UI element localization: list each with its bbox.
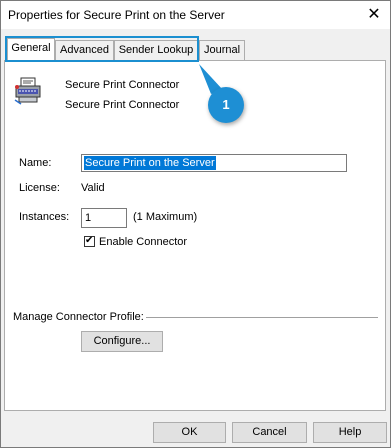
instances-input[interactable]: 1 — [81, 208, 127, 228]
properties-dialog: Properties for Secure Print on the Serve… — [0, 0, 391, 448]
title-bar: Properties for Secure Print on the Serve… — [1, 1, 390, 29]
general-tab-panel — [4, 60, 386, 411]
license-value: Valid — [81, 182, 105, 194]
printer-icon — [14, 77, 41, 105]
close-icon[interactable]: ✕ — [364, 5, 384, 25]
instances-label: Instances: — [19, 211, 70, 223]
license-label: License: — [19, 182, 60, 194]
connector-name-line2: Secure Print Connector — [65, 99, 180, 111]
instances-hint: (1 Maximum) — [133, 211, 198, 223]
connector-name-line1: Secure Print Connector — [65, 79, 180, 91]
enable-connector-label[interactable]: Enable Connector — [99, 236, 187, 248]
cancel-button[interactable]: Cancel — [232, 422, 307, 443]
callout-badge: 1 — [208, 87, 244, 123]
tabs-highlight-box — [5, 36, 199, 62]
name-label: Name: — [19, 157, 52, 169]
ok-button[interactable]: OK — [153, 422, 226, 443]
checkmark-icon: ✔ — [85, 235, 94, 246]
window-title: Properties for Secure Print on the Serve… — [8, 8, 225, 22]
name-input-value: Secure Print on the Server — [84, 156, 216, 170]
manage-profile-separator — [146, 317, 378, 318]
enable-connector-checkbox[interactable]: ✔ — [84, 235, 95, 247]
manage-profile-label: Manage Connector Profile: — [13, 311, 144, 323]
tab-journal[interactable]: Journal — [199, 40, 245, 60]
tab-journal-label: Journal — [203, 44, 241, 56]
name-input[interactable]: Secure Print on the Server — [81, 154, 347, 172]
help-button[interactable]: Help — [313, 422, 387, 443]
configure-button[interactable]: Configure... — [81, 331, 163, 352]
